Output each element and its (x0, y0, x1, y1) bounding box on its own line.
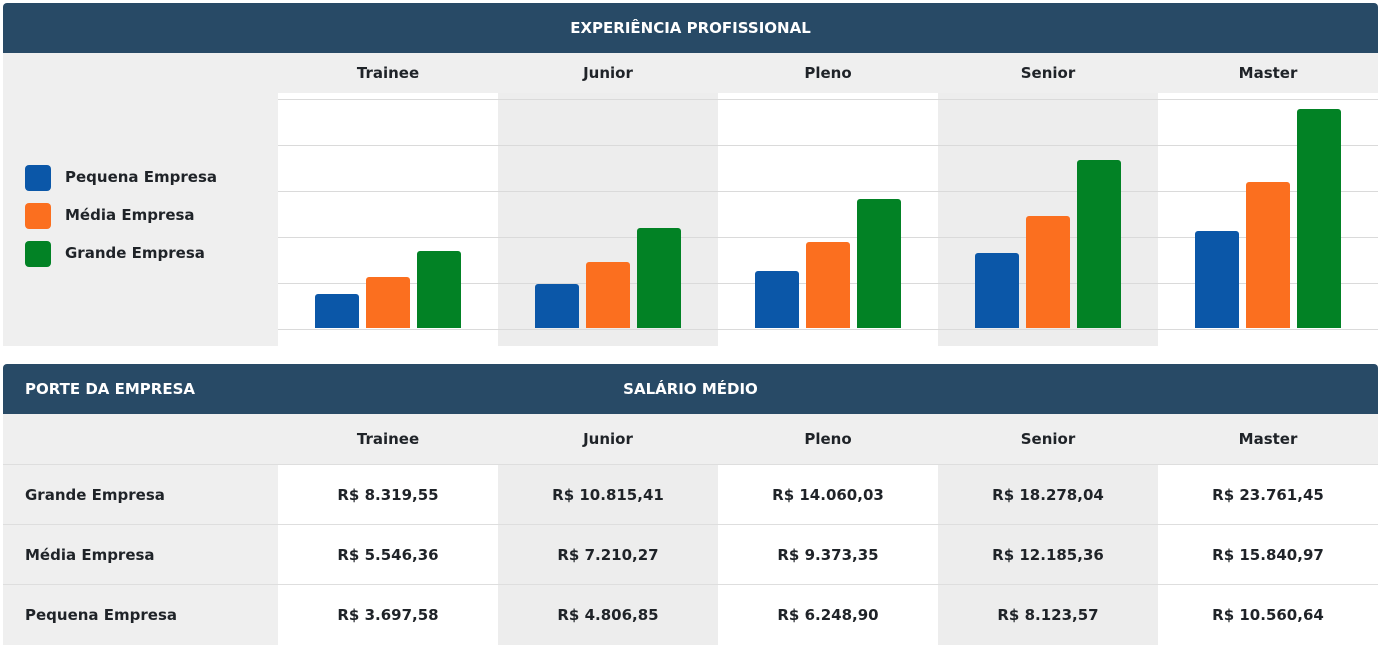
gridline (278, 99, 1378, 100)
bar-master-1 (1246, 182, 1290, 328)
table-cell: R$ 10.815,41 (498, 465, 718, 525)
gridline (278, 329, 1378, 330)
legend-label-media: Média Empresa (65, 206, 195, 224)
bar-master-2 (1297, 109, 1341, 328)
bar-pleno-1 (806, 242, 850, 328)
bar-senior-2 (1077, 160, 1121, 328)
legend-label-grande: Grande Empresa (65, 244, 205, 262)
table-cell: R$ 18.278,04 (938, 465, 1158, 525)
table-row-grande: Grande Empresa R$ 8.319,55 R$ 10.815,41 … (3, 464, 1378, 525)
table-cell: R$ 8.319,55 (278, 465, 498, 525)
bar-pleno-0 (755, 271, 799, 328)
table-column-header: Trainee Junior Pleno Senior Master (3, 414, 1378, 464)
bar-junior-0 (535, 284, 579, 328)
category-label-master: Master (1238, 64, 1298, 82)
chart-category-header: Trainee Junior Pleno Senior Master (3, 53, 1378, 94)
table-row-pequena: Pequena Empresa R$ 3.697,58 R$ 4.806,85 … (3, 584, 1378, 645)
category-label-senior: Senior (1020, 64, 1076, 82)
table-row-media: Média Empresa R$ 5.546,36 R$ 7.210,27 R$… (3, 524, 1378, 585)
table-cell: R$ 23.761,45 (1158, 465, 1378, 525)
chart-header: EXPERIÊNCIA PROFISSIONAL (3, 3, 1378, 53)
row-label-grande: Grande Empresa (3, 465, 278, 525)
bar-master-0 (1195, 231, 1239, 328)
column-header-master: Master (1238, 430, 1298, 448)
table-header: PORTE DA EMPRESA SALÁRIO MÉDIO (3, 364, 1378, 414)
bar-trainee-1 (366, 277, 410, 328)
table-cell: R$ 5.546,36 (278, 525, 498, 585)
table-cell: R$ 12.185,36 (938, 525, 1158, 585)
bar-trainee-0 (315, 294, 359, 328)
gridline (278, 145, 1378, 146)
category-label-junior: Junior (583, 64, 633, 82)
bar-pleno-2 (857, 199, 901, 328)
legend-swatch-grande (25, 241, 51, 267)
column-header-pleno: Pleno (804, 430, 852, 448)
bar-junior-1 (586, 262, 630, 328)
chart-title: EXPERIÊNCIA PROFISSIONAL (570, 19, 811, 37)
row-label-media: Média Empresa (3, 525, 278, 585)
table-cell: R$ 3.697,58 (278, 585, 498, 645)
bar-junior-2 (637, 228, 681, 328)
table-cell: R$ 15.840,97 (1158, 525, 1378, 585)
bar-senior-1 (1026, 216, 1070, 328)
legend-swatch-media (25, 203, 51, 229)
legend-label-pequena: Pequena Empresa (65, 168, 218, 186)
table-cell: R$ 7.210,27 (498, 525, 718, 585)
category-label-pleno: Pleno (804, 64, 852, 82)
column-header-senior: Senior (1020, 430, 1076, 448)
table-cell: R$ 14.060,03 (718, 465, 938, 525)
column-header-trainee: Trainee (356, 430, 420, 448)
table-cell: R$ 10.560,64 (1158, 585, 1378, 645)
bar-senior-0 (975, 253, 1019, 328)
legend-swatch-pequena (25, 165, 51, 191)
gridline (278, 191, 1378, 192)
chart-panel: EXPERIÊNCIA PROFISSIONAL Trainee Junior … (3, 3, 1378, 346)
column-header-junior: Junior (583, 430, 633, 448)
table-cell: R$ 6.248,90 (718, 585, 938, 645)
category-label-trainee: Trainee (356, 64, 420, 82)
table-center-title: SALÁRIO MÉDIO (623, 380, 758, 398)
salary-table: PORTE DA EMPRESA SALÁRIO MÉDIO Trainee J… (3, 364, 1378, 645)
table-cell: R$ 4.806,85 (498, 585, 718, 645)
row-label-pequena: Pequena Empresa (3, 585, 278, 645)
table-cell: R$ 9.373,35 (718, 525, 938, 585)
table-cell: R$ 8.123,57 (938, 585, 1158, 645)
bar-trainee-2 (417, 251, 461, 328)
